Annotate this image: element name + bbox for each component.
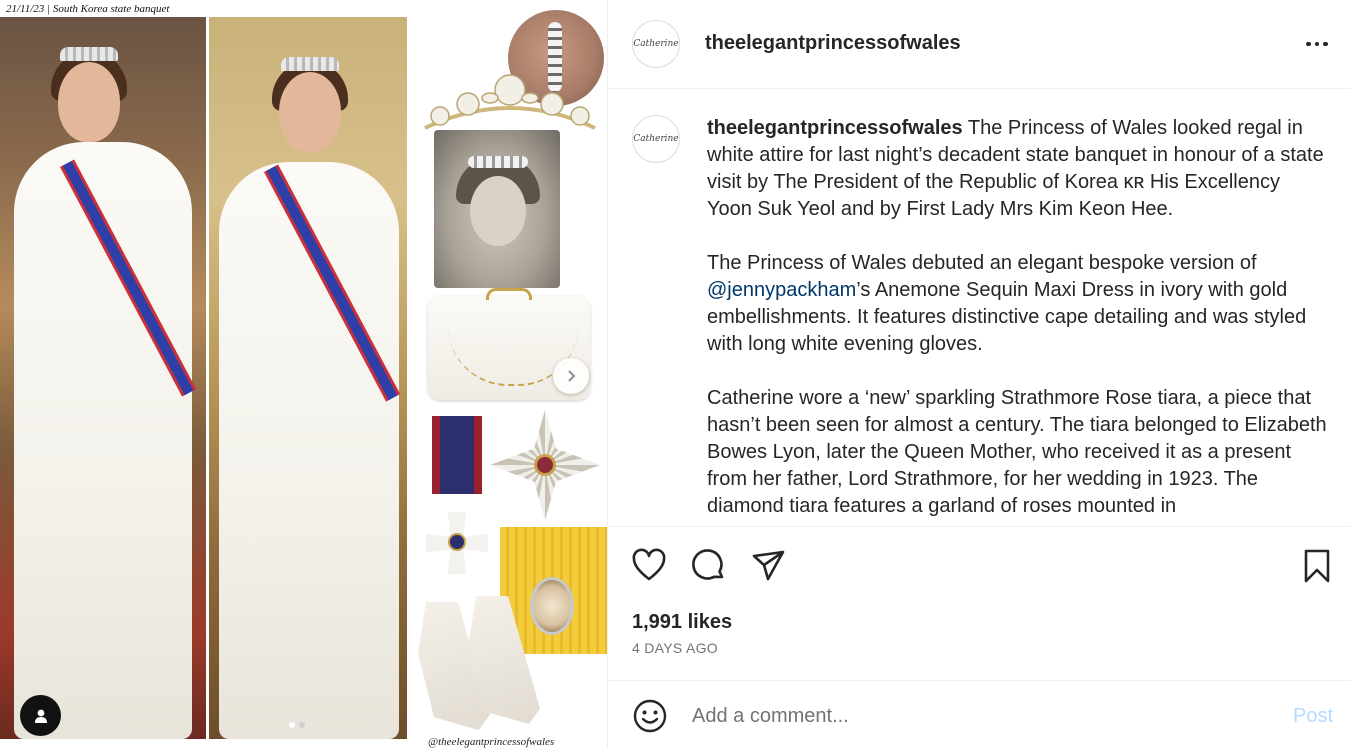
photo-middle [209, 17, 407, 739]
carousel-dot [299, 722, 305, 728]
order-medal [426, 416, 488, 586]
watermark: @theelegantprincessofwales [428, 736, 555, 748]
avatar-text: Catherine [633, 134, 679, 144]
heart-icon [632, 548, 666, 581]
emoji-icon [633, 699, 667, 733]
carousel-dot [289, 722, 295, 728]
save-button[interactable] [1298, 547, 1336, 585]
image-caption: 21/11/23 | South Korea state banquet [6, 3, 170, 15]
avatar[interactable]: Catherine [632, 115, 680, 163]
caption-section: Catherine theelegantprincessofwales The … [608, 90, 1351, 526]
share-icon [752, 550, 785, 581]
caption-text: theelegantprincessofwales The Princess o… [707, 115, 1327, 526]
face [279, 72, 341, 152]
comment-button[interactable] [690, 547, 728, 585]
chevron-right-icon [568, 370, 576, 382]
emoji-button[interactable] [632, 698, 668, 734]
more-icon [1306, 41, 1328, 47]
order-star [490, 410, 600, 520]
post-panel: Catherine theelegantprincessofwales Cath… [607, 0, 1351, 748]
mention-link[interactable]: @jennypackham [707, 279, 856, 301]
next-slide-button[interactable] [553, 358, 589, 394]
caption-paragraph-3: Catherine wore a ‘new’ sparkling Strathm… [707, 387, 1327, 517]
photo-left [0, 17, 206, 739]
post-timestamp[interactable]: 4 days ago [632, 640, 718, 656]
comment-input[interactable] [692, 701, 1272, 731]
post-header: Catherine theelegantprincessofwales [608, 0, 1351, 89]
tiara [60, 47, 118, 61]
username-link[interactable]: theelegantprincessofwales [705, 32, 961, 55]
tagged-users-button[interactable] [20, 695, 61, 736]
post-media[interactable]: 21/11/23 | South Korea state banquet @th… [0, 0, 607, 748]
likes-count[interactable]: 1,991 likes [632, 611, 732, 634]
post-button[interactable]: Post [1293, 705, 1333, 728]
avatar-text: Catherine [633, 39, 679, 49]
queen-mother-portrait [434, 130, 560, 288]
caption-paragraph-2-start: The Princess of Wales debuted an elegant… [707, 252, 1257, 274]
comment-composer: Post [608, 680, 1351, 748]
face [58, 62, 120, 142]
avatar[interactable]: Catherine [632, 20, 680, 68]
tiara [281, 57, 339, 71]
comment-icon [692, 549, 724, 580]
user-icon [34, 709, 47, 723]
more-options-button[interactable] [1302, 30, 1332, 58]
like-button[interactable] [630, 547, 668, 585]
tiara-illustration [424, 74, 596, 130]
bookmark-icon [1304, 549, 1330, 583]
pumps [410, 596, 578, 734]
share-button[interactable] [750, 547, 788, 585]
accessory-collage [410, 0, 607, 748]
caption-username[interactable]: theelegantprincessofwales [707, 117, 963, 139]
carousel-indicator [289, 722, 305, 728]
action-bar: 1,991 likes 4 days ago [608, 526, 1351, 680]
